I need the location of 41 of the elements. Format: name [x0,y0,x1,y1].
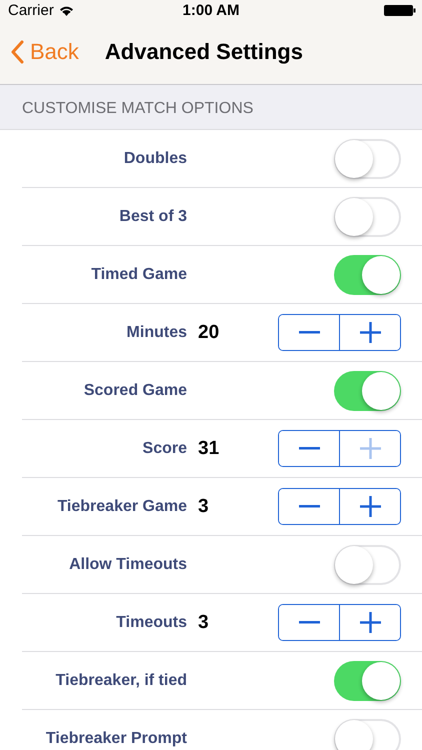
setting-value: 3 [198,612,209,634]
toggle-switch[interactable] [334,196,401,236]
plus-icon [360,322,380,343]
minus-icon [298,447,320,450]
plus-icon [360,496,380,517]
increment-button[interactable] [339,489,400,524]
battery-icon [384,4,416,16]
setting-label: Scored Game [82,382,187,400]
setting-label: Tiebreaker, if tied [54,672,187,690]
back-button[interactable]: Back [10,39,79,65]
setting-value: 20 [198,322,220,344]
wifi-icon [58,4,74,16]
chevron-left-icon [10,40,24,64]
minus-icon [298,621,320,624]
toggle-switch[interactable] [334,544,401,584]
increment-button[interactable] [339,605,400,640]
increment-button[interactable] [339,315,400,350]
setting-label: Tiebreaker Game [56,498,187,516]
setting-value: 31 [198,438,220,460]
setting-value: 3 [198,496,209,518]
status-time: 1:00 AM [182,2,240,18]
minus-icon [298,331,320,334]
plus-icon [360,438,380,459]
setting-label: Timeouts [115,614,187,632]
plus-icon [360,612,380,633]
screen-title: Advanced Settings [104,39,303,65]
setting-label: Score [142,440,187,458]
setting-label: Allow Timeouts [68,556,187,574]
section-title: CUSTOMISE MATCH OPTIONS [22,100,254,118]
setting-label: Doubles [122,150,187,168]
carrier-name: Carrier [8,2,54,18]
toggle-switch[interactable] [334,138,401,178]
toggle-switch[interactable] [334,370,401,410]
toggle-switch[interactable] [334,254,401,294]
minus-icon [298,505,320,508]
toggle-switch[interactable] [334,660,401,700]
setting-label: Tiebreaker Prompt [44,730,187,748]
toggle-switch[interactable] [334,718,401,750]
setting-label: Best of 3 [118,208,187,226]
setting-label: Minutes [126,324,187,342]
setting-label: Timed Game [90,266,187,284]
